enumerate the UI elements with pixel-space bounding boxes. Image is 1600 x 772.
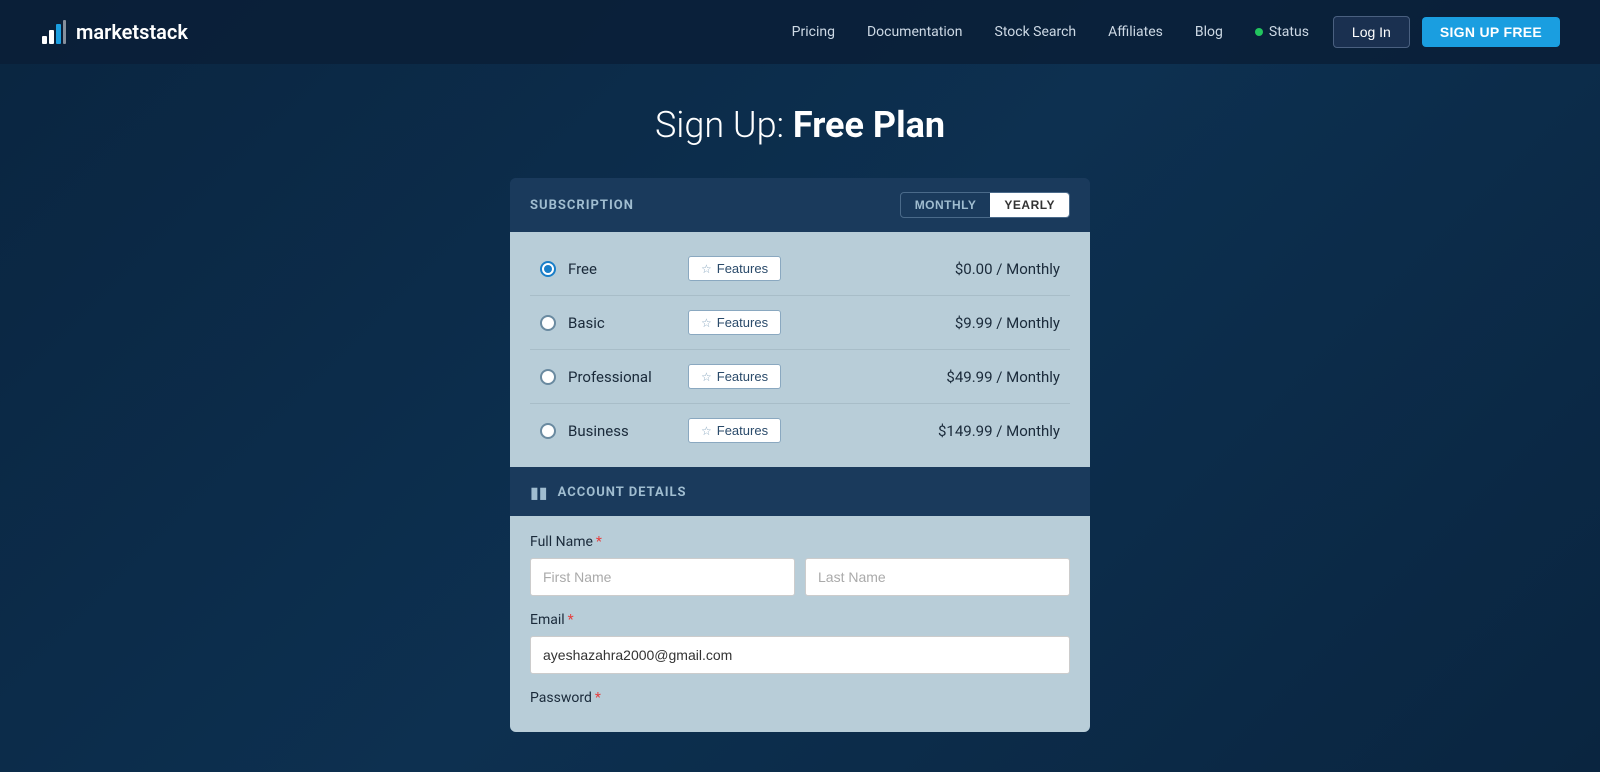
plan-row-professional[interactable]: Professional ☆ Features $49.99 / Monthly: [530, 350, 1070, 404]
star-icon: ☆: [701, 262, 712, 276]
features-label-business: Features: [717, 423, 768, 438]
brand-logo[interactable]: marketstack: [40, 18, 188, 46]
plan-radio-business[interactable]: [540, 423, 556, 439]
account-details-header: ▮▮ ACCOUNT DETAILS: [510, 469, 1090, 516]
last-name-input[interactable]: [805, 558, 1070, 596]
nav-stock-search[interactable]: Stock Search: [995, 24, 1077, 40]
plan-row-business[interactable]: Business ☆ Features $149.99 / Monthly: [530, 404, 1070, 457]
nav-documentation[interactable]: Documentation: [867, 24, 963, 40]
nav-affiliates[interactable]: Affiliates: [1108, 24, 1163, 40]
plan-name-business: Business: [568, 422, 688, 440]
navbar: marketstack Pricing Documentation Stock …: [0, 0, 1600, 64]
plan-row-free[interactable]: Free ☆ Features $0.00 / Monthly: [530, 242, 1070, 296]
email-input[interactable]: [530, 636, 1070, 674]
star-icon-professional: ☆: [701, 370, 712, 384]
signup-card: SUBSCRIPTION MONTHLY YEARLY Free ☆ Featu…: [510, 178, 1090, 732]
nav-status: Status: [1255, 24, 1309, 40]
features-button-professional[interactable]: ☆ Features: [688, 364, 781, 389]
email-label: Email*: [530, 612, 1070, 628]
email-group: Email*: [530, 612, 1070, 674]
first-name-input[interactable]: [530, 558, 795, 596]
star-icon-business: ☆: [701, 424, 712, 438]
plan-name-basic: Basic: [568, 314, 688, 332]
page-title-suffix: Free Plan: [793, 104, 945, 146]
features-button-basic[interactable]: ☆ Features: [688, 310, 781, 335]
account-form: Full Name* Email* Password*: [510, 516, 1090, 732]
password-label: Password*: [530, 690, 1070, 706]
subscription-title: SUBSCRIPTION: [530, 198, 634, 213]
toggle-yearly[interactable]: YEARLY: [990, 193, 1069, 217]
plan-radio-professional[interactable]: [540, 369, 556, 385]
plan-price-basic: $9.99 / Monthly: [955, 314, 1060, 332]
status-dot-icon: [1255, 28, 1263, 36]
nav-actions: Log In SIGN UP FREE: [1333, 16, 1560, 48]
password-group: Password*: [530, 690, 1070, 706]
full-name-group: Full Name*: [530, 534, 1070, 596]
signup-button[interactable]: SIGN UP FREE: [1422, 17, 1560, 47]
plan-row-basic[interactable]: Basic ☆ Features $9.99 / Monthly: [530, 296, 1070, 350]
nav-blog[interactable]: Blog: [1195, 24, 1223, 40]
page-title-prefix: Sign Up:: [655, 104, 793, 146]
plan-price-free: $0.00 / Monthly: [955, 260, 1060, 278]
toggle-monthly[interactable]: MONTHLY: [901, 193, 991, 217]
plan-name-professional: Professional: [568, 368, 688, 386]
subscription-header: SUBSCRIPTION MONTHLY YEARLY: [510, 178, 1090, 232]
brand-name: marketstack: [76, 20, 188, 44]
nav-pricing[interactable]: Pricing: [792, 24, 835, 40]
nav-links: Pricing Documentation Stock Search Affil…: [792, 24, 1309, 40]
name-inputs-row: [530, 558, 1070, 596]
full-name-label: Full Name*: [530, 534, 1070, 550]
plans-area: Free ☆ Features $0.00 / Monthly Basic ☆ …: [510, 232, 1090, 467]
features-label-basic: Features: [717, 315, 768, 330]
features-label-professional: Features: [717, 369, 768, 384]
billing-toggle[interactable]: MONTHLY YEARLY: [900, 192, 1070, 218]
account-details-title: ACCOUNT DETAILS: [558, 485, 687, 500]
plan-price-business: $149.99 / Monthly: [938, 422, 1060, 440]
features-button-business[interactable]: ☆ Features: [688, 418, 781, 443]
account-icon: ▮▮: [530, 483, 548, 502]
plan-name-free: Free: [568, 260, 688, 278]
features-label-free: Features: [717, 261, 768, 276]
star-icon-basic: ☆: [701, 316, 712, 330]
login-button[interactable]: Log In: [1333, 16, 1410, 48]
plan-radio-basic[interactable]: [540, 315, 556, 331]
features-button-free[interactable]: ☆ Features: [688, 256, 781, 281]
page-title: Sign Up: Free Plan: [655, 104, 945, 146]
status-label: Status: [1269, 24, 1309, 40]
plan-radio-free[interactable]: [540, 261, 556, 277]
plan-price-professional: $49.99 / Monthly: [946, 368, 1060, 386]
main-content: Sign Up: Free Plan SUBSCRIPTION MONTHLY …: [0, 64, 1600, 772]
